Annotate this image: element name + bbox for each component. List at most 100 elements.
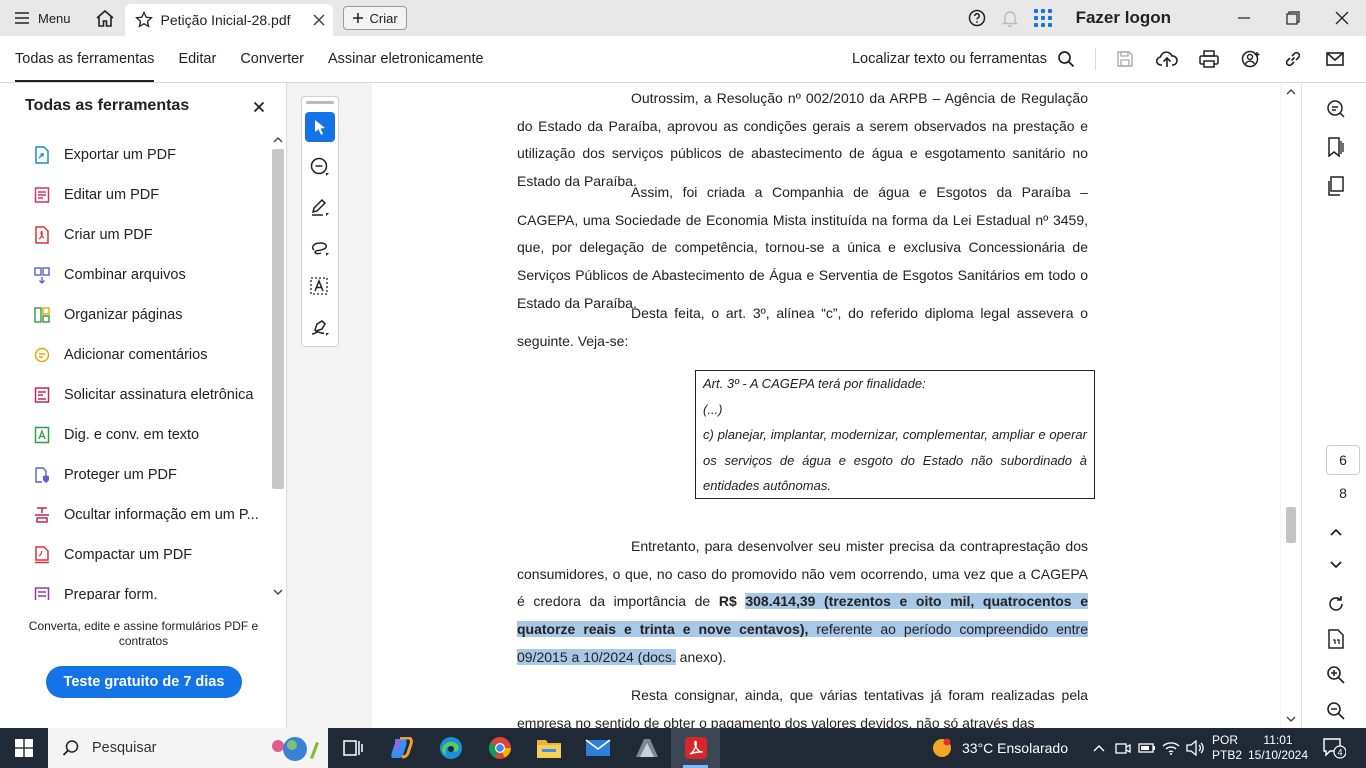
scrollbar-thumb[interactable]	[1286, 507, 1296, 543]
select-tool-button[interactable]	[305, 112, 335, 142]
comment-tool-button[interactable]	[305, 152, 335, 182]
close-window-button[interactable]	[1317, 0, 1366, 36]
scroll-down-icon[interactable]	[1286, 714, 1296, 724]
scroll-down-icon[interactable]	[273, 587, 283, 597]
previous-page-button[interactable]	[1324, 520, 1348, 544]
maximize-button[interactable]	[1268, 0, 1317, 36]
home-button[interactable]	[85, 0, 125, 36]
print-button[interactable]	[1188, 36, 1230, 82]
plus-icon	[352, 13, 363, 23]
tray-overflow-button[interactable]	[1090, 739, 1108, 757]
tool-label: Criar um PDF	[64, 227, 153, 243]
file-explorer-button[interactable]	[524, 728, 573, 768]
chrome-button[interactable]	[475, 728, 524, 768]
close-icon	[1335, 11, 1348, 25]
chevron-up-icon	[1330, 528, 1342, 536]
mail-button[interactable]	[573, 728, 622, 768]
windows-taskbar: Pesquisar 33°C Ensolarado POR PTB2 11:01…	[0, 728, 1366, 768]
next-page-button[interactable]	[1324, 553, 1348, 577]
tool-edit-pdf[interactable]: Editar um PDF	[0, 175, 268, 215]
copy-link-button[interactable]	[1272, 36, 1314, 82]
comments-panel-button[interactable]	[1324, 97, 1348, 121]
toolbar-divider	[1095, 48, 1096, 70]
apps-button[interactable]	[1027, 0, 1060, 36]
minimize-button[interactable]	[1219, 0, 1268, 36]
sign-tool-button[interactable]	[305, 312, 335, 342]
wifi-button[interactable]	[1162, 739, 1180, 757]
tools-list: Exportar um PDF Editar um PDF Criar um P…	[0, 135, 268, 600]
tool-create-pdf[interactable]: Criar um PDF	[0, 215, 268, 255]
tab-convert[interactable]: Converter	[240, 36, 304, 82]
free-trial-button[interactable]: Teste gratuito de 7 dias	[46, 666, 242, 698]
tool-request-signature[interactable]: Solicitar assinatura eletrônica	[0, 375, 268, 415]
edge-button[interactable]	[426, 728, 475, 768]
copilot-button[interactable]	[377, 728, 426, 768]
sign-in-link[interactable]: Fazer logon	[1076, 8, 1171, 28]
tool-compress-pdf[interactable]: Compactar um PDF	[0, 535, 268, 575]
start-button[interactable]	[0, 728, 48, 768]
main-toolbar: Todas as ferramentas Editar Converter As…	[0, 36, 1366, 83]
close-panel-icon[interactable]	[253, 101, 265, 113]
share-user-button[interactable]	[1230, 36, 1272, 82]
refresh-icon	[1329, 596, 1343, 611]
scroll-up-icon[interactable]	[1286, 87, 1296, 97]
tray-app-button[interactable]	[1114, 739, 1132, 757]
battery-button[interactable]	[1138, 739, 1156, 757]
tab-e-sign[interactable]: Assinar eletronicamente	[328, 36, 484, 82]
scroll-up-icon[interactable]	[273, 135, 283, 145]
tool-prepare-form[interactable]: Preparar form.	[0, 575, 268, 600]
tab-title: Petição Inicial-28.pdf	[160, 12, 291, 28]
acrobat-button[interactable]	[671, 728, 720, 768]
tab-edit[interactable]: Editar	[178, 36, 216, 82]
help-button[interactable]	[961, 0, 994, 36]
bookmark-icon	[1328, 137, 1344, 157]
save-button[interactable]	[1104, 36, 1146, 82]
fit-page-button[interactable]	[1324, 627, 1348, 651]
tab-all-tools[interactable]: Todas as ferramentas	[15, 36, 155, 82]
weather-widget[interactable]: 33°C Ensolarado	[932, 728, 1068, 768]
current-page-input[interactable]: 6	[1326, 445, 1360, 475]
menu-button[interactable]: Menu	[0, 0, 85, 36]
taskbar-search[interactable]: Pesquisar	[48, 728, 328, 768]
star-icon[interactable]	[134, 11, 153, 29]
text-select-tool-button[interactable]	[305, 272, 335, 302]
zoom-in-button[interactable]	[1324, 663, 1348, 687]
bookmarks-button[interactable]	[1324, 135, 1348, 159]
document-scrollbar[interactable]	[1281, 83, 1301, 728]
tool-add-comments[interactable]: Adicionar comentários	[0, 335, 268, 375]
tool-combine-files[interactable]: Combinar arquivos	[0, 255, 268, 295]
tool-protect-pdf[interactable]: Proteger um PDF	[0, 455, 268, 495]
draw-tool-button[interactable]	[305, 232, 335, 262]
email-button[interactable]	[1314, 36, 1356, 82]
tool-organize-pages[interactable]: Organizar páginas	[0, 295, 268, 335]
highlight-tool-button[interactable]	[305, 192, 335, 222]
tool-export-pdf[interactable]: Exportar um PDF	[0, 135, 268, 175]
rotate-button[interactable]	[1324, 592, 1348, 616]
notifications-button[interactable]	[994, 0, 1027, 36]
drag-handle[interactable]	[306, 101, 334, 104]
volume-button[interactable]	[1186, 739, 1204, 757]
notification-center-button[interactable]: 4	[1322, 737, 1346, 759]
tool-label: Exportar um PDF	[64, 147, 176, 163]
tool-label: Dig. e conv. em texto	[64, 427, 200, 443]
settings-app-button[interactable]	[622, 728, 671, 768]
zoom-out-button[interactable]	[1324, 699, 1348, 723]
language-indicator[interactable]: POR PTB2	[1212, 733, 1242, 763]
tools-scrollbar[interactable]	[270, 135, 286, 600]
page-thumbnails-button[interactable]	[1324, 174, 1348, 198]
paragraph-1-text: Outrossim, a Resolução nº 002/2010 da AR…	[517, 90, 1088, 190]
clock[interactable]: 11:01 15/10/2024	[1246, 733, 1310, 763]
close-tab-icon[interactable]	[311, 12, 327, 28]
task-view-button[interactable]	[328, 728, 377, 768]
find-tools-search[interactable]: Localizar texto ou ferramentas	[852, 50, 1075, 68]
request-signature-icon	[34, 387, 50, 403]
upload-button[interactable]	[1146, 36, 1188, 82]
quote-line-1: Art. 3º - A CAGEPA terá por finalidade:	[703, 376, 926, 391]
tool-redact[interactable]: Ocultar informação em um P...	[0, 495, 268, 535]
wifi-icon	[1162, 742, 1180, 755]
tool-label: Ocultar informação em um P...	[64, 507, 259, 523]
create-button[interactable]: Criar	[342, 6, 407, 30]
tool-scan-ocr[interactable]: Dig. e conv. em texto	[0, 415, 268, 455]
scrollbar-thumb[interactable]	[272, 149, 284, 489]
document-tab[interactable]: Petição Inicial-28.pdf	[124, 4, 333, 36]
